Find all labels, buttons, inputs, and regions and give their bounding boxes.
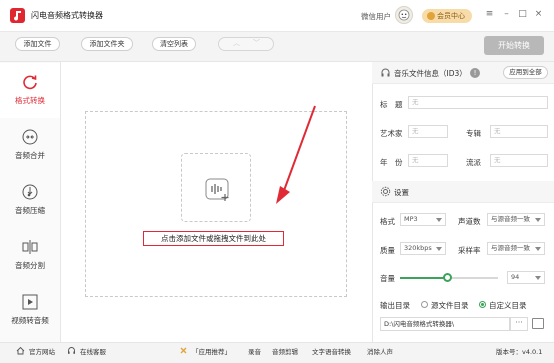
- footer-link-vocal-remove[interactable]: 消除人声: [367, 346, 393, 356]
- apps-icon: [180, 347, 187, 354]
- move-up-down-buttons[interactable]: ︿ ﹀: [218, 37, 274, 51]
- custom-dir-option[interactable]: 自定义目录: [489, 300, 527, 311]
- user-name[interactable]: 微信用户: [361, 11, 391, 22]
- title-field[interactable]: 无: [408, 96, 548, 109]
- audio-file-add-icon: [205, 178, 229, 201]
- volume-stepper[interactable]: 94: [507, 271, 545, 284]
- quality-value: 320kbps: [404, 244, 432, 252]
- source-dir-option[interactable]: 源文件目录: [431, 300, 469, 311]
- genre-label: 流派: [466, 158, 481, 167]
- headset-icon: [68, 347, 75, 354]
- sidebar-item-video-to-audio[interactable]: 视频转音频: [0, 283, 60, 338]
- move-up-icon[interactable]: ︿: [233, 38, 240, 48]
- radio-source-dir[interactable]: [421, 301, 428, 308]
- volume-slider-fill: [400, 277, 446, 279]
- support-link[interactable]: 在线客服: [80, 346, 106, 356]
- samplerate-label: 采样率: [458, 246, 481, 255]
- format-select[interactable]: MP3: [400, 213, 446, 226]
- chevron-down-icon: [535, 276, 541, 280]
- info-icon[interactable]: !: [470, 68, 480, 78]
- sidebar-item-audio-compress[interactable]: 音频压缩: [0, 173, 60, 228]
- start-convert-button[interactable]: 开始转换: [484, 36, 544, 55]
- title-label: 标 题: [380, 100, 403, 109]
- add-file-button[interactable]: 添加文件: [15, 37, 60, 51]
- app-logo-icon: [10, 8, 25, 23]
- split-icon: [22, 240, 38, 254]
- settings-section-header: 设置: [372, 181, 554, 203]
- format-value: MP3: [404, 215, 418, 223]
- quality-label: 质量: [380, 246, 395, 255]
- vip-icon: [427, 12, 435, 20]
- artist-label: 艺术家: [380, 129, 403, 138]
- chevron-down-icon: [535, 247, 541, 251]
- radio-custom-dir[interactable]: [479, 301, 486, 308]
- artist-field[interactable]: 无: [408, 125, 448, 138]
- close-icon[interactable]: ×: [533, 9, 544, 20]
- add-folder-button[interactable]: 添加文件夹: [81, 37, 133, 51]
- footer-link-audio-edit[interactable]: 音频剪辑: [272, 346, 298, 356]
- volume-slider-handle[interactable]: [443, 273, 452, 282]
- apply-all-button[interactable]: 应用到全部: [503, 66, 548, 79]
- refresh-icon: [23, 75, 37, 90]
- minimize-icon[interactable]: –: [501, 9, 512, 20]
- website-link[interactable]: 官方网站: [29, 346, 55, 356]
- year-label: 年 份: [380, 158, 403, 167]
- sidebar-item-audio-split[interactable]: 音频分割: [0, 228, 60, 283]
- footer-link-record[interactable]: 录音: [248, 346, 261, 356]
- clear-list-button[interactable]: 清空列表: [152, 37, 196, 51]
- sidebar-item-label: 视频转音频: [11, 316, 49, 325]
- add-audio-button[interactable]: [181, 153, 251, 222]
- headphones-icon: [381, 68, 390, 77]
- settings-section-title: 设置: [394, 188, 409, 197]
- play-icon: [22, 294, 38, 310]
- open-folder-icon[interactable]: [532, 318, 544, 329]
- chevron-down-icon: [535, 218, 541, 222]
- drop-hint-text[interactable]: 点击添加文件或拖拽文件到此处: [143, 231, 284, 246]
- sidebar-item-label: 音频压缩: [15, 206, 45, 215]
- chevron-down-icon: [436, 247, 442, 251]
- channels-value: 与源音频一致: [491, 215, 530, 223]
- version-label: 版本号：v4.0.1: [496, 348, 543, 356]
- footer-link-tts[interactable]: 文字语音转换: [312, 346, 351, 356]
- sidebar-item-audio-merge[interactable]: 音频合并: [0, 118, 60, 173]
- quality-select[interactable]: 320kbps: [400, 242, 446, 255]
- compress-icon: [22, 184, 38, 200]
- avatar[interactable]: [395, 6, 413, 24]
- merge-icon: [22, 129, 38, 145]
- format-label: 格式: [380, 217, 395, 226]
- maximize-icon[interactable]: □: [517, 9, 528, 20]
- volume-label: 音量: [380, 274, 395, 283]
- menu-icon[interactable]: ≡: [484, 9, 495, 20]
- year-field[interactable]: 无: [408, 154, 448, 167]
- home-icon: [16, 346, 25, 355]
- channels-label: 声道数: [458, 217, 481, 226]
- sidebar-item-label: 音频分割: [15, 261, 45, 270]
- volume-value: 94: [511, 273, 520, 281]
- app-recommend-label: 「应用推荐」: [192, 348, 231, 356]
- samplerate-value: 与源音频一致: [491, 244, 530, 252]
- output-path-field[interactable]: D:\闪电音频格式转换器\: [380, 317, 510, 331]
- app-title: 闪电音频格式转换器: [31, 11, 103, 20]
- output-dir-label: 输出目录: [380, 301, 410, 310]
- samplerate-select[interactable]: 与源音频一致: [487, 242, 545, 255]
- move-down-icon[interactable]: ﹀: [253, 38, 260, 48]
- chevron-down-icon: [436, 218, 442, 222]
- channels-select[interactable]: 与源音频一致: [487, 213, 545, 226]
- album-field[interactable]: 无: [490, 125, 548, 138]
- sidebar-item-label: 格式转换: [15, 96, 45, 105]
- id3-section-title: 音乐文件信息（ID3）: [394, 69, 467, 78]
- sidebar-item-format-convert[interactable]: 格式转换: [0, 63, 60, 118]
- gear-icon: [380, 186, 391, 197]
- sidebar-item-label: 音频合并: [15, 151, 45, 160]
- album-label: 专辑: [466, 129, 481, 138]
- genre-field[interactable]: 无: [490, 154, 548, 167]
- browse-button[interactable]: ···: [510, 317, 528, 331]
- hint-arrow: [276, 105, 316, 204]
